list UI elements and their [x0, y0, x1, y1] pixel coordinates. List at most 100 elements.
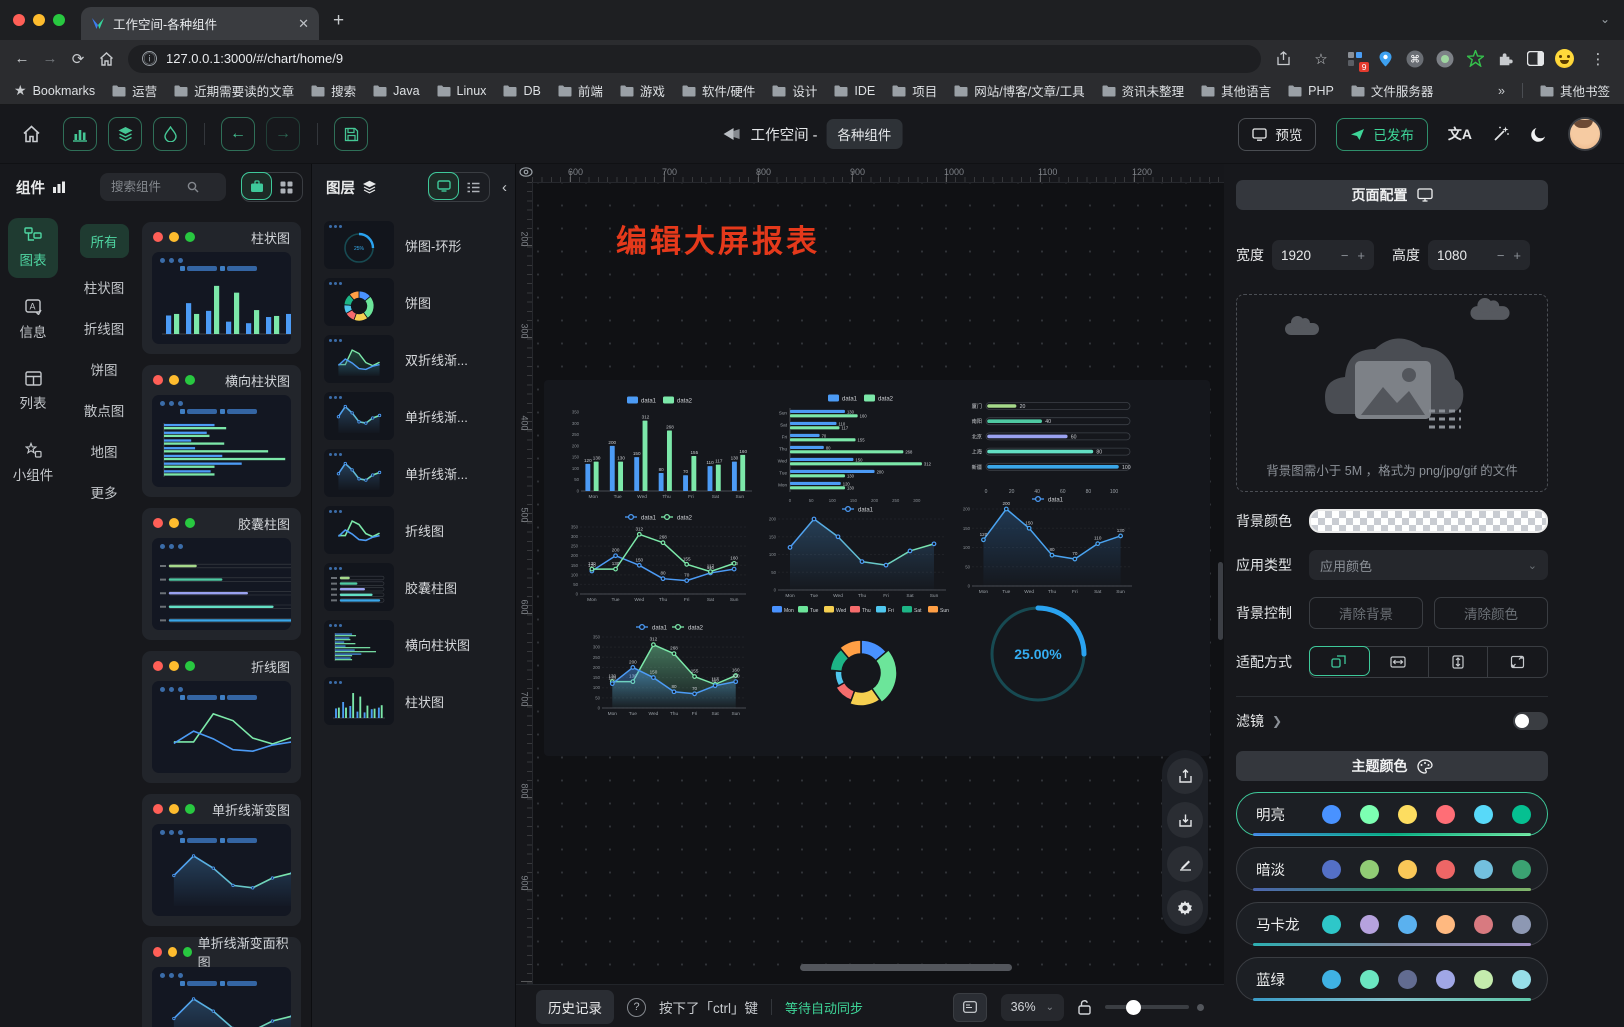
- category-柱状图[interactable]: 柱状图: [78, 275, 131, 299]
- category-地图[interactable]: 地图: [85, 439, 124, 463]
- browser-tab[interactable]: 工作空间-各种组件 ✕: [81, 7, 319, 40]
- extension-grid-icon[interactable]: 9: [1345, 49, 1365, 69]
- horizontal-scrollbar[interactable]: [800, 964, 1012, 971]
- widget-single-line-area-chart[interactable]: data1050100150200MonTueWedThuFriSatSun12…: [956, 492, 1140, 598]
- category-所有[interactable]: 所有: [80, 224, 129, 258]
- bookmark-软件/硬件[interactable]: 软件/硬件: [682, 81, 755, 100]
- extension-command-icon[interactable]: ⌘: [1405, 49, 1425, 69]
- bookmark-网站/博客/文章/工具[interactable]: 网站/博客/文章/工具: [954, 81, 1084, 100]
- widget-rose-pie-chart[interactable]: MonTueWedThuFriSatSun: [766, 602, 956, 728]
- nav-rail-item-列表[interactable]: 列表: [8, 362, 58, 421]
- other-bookmarks[interactable]: 其他书签: [1540, 81, 1610, 100]
- apply-type-select[interactable]: 应用颜色 ⌄: [1309, 550, 1548, 580]
- editor-canvas[interactable]: 6007008009001000110012001300 20030040050…: [516, 164, 1224, 1027]
- theme-drop-button[interactable]: [153, 117, 187, 151]
- minimize-window-icon[interactable]: [33, 14, 45, 26]
- publish-button[interactable]: 已发布: [1336, 118, 1428, 151]
- category-折线图[interactable]: 折线图: [78, 316, 131, 340]
- layer-item-饼图-环形[interactable]: 25% 饼图-环形: [324, 221, 507, 269]
- unlock-icon[interactable]: [1078, 999, 1091, 1015]
- share-icon[interactable]: [1269, 45, 1297, 73]
- nav-rail-item-图表[interactable]: 图表: [8, 218, 58, 278]
- theme-row-明亮[interactable]: 明亮: [1236, 792, 1548, 836]
- fit-scale-option[interactable]: [1309, 646, 1370, 676]
- view-grid-toggle[interactable]: [271, 173, 302, 201]
- address-bar[interactable]: ⓘ 127.0.0.1:3000/#/chart/home/9: [128, 45, 1261, 73]
- theme-row-马卡龙[interactable]: 马卡龙: [1236, 902, 1548, 946]
- bookmark-star-icon[interactable]: ☆: [1307, 45, 1335, 73]
- clear-color-button[interactable]: 清除颜色: [1434, 597, 1548, 629]
- component-card-单折线渐变图[interactable]: 单折线渐变图: [142, 794, 301, 926]
- nav-rail-item-信息[interactable]: A信息: [8, 290, 58, 350]
- widget-dual-line-gradient-chart[interactable]: data1data2050100150200250300350MonTueWed…: [586, 620, 754, 720]
- layer-item-横向柱状图[interactable]: 横向柱状图: [324, 620, 507, 668]
- layer-item-折线图[interactable]: 折线图: [324, 506, 507, 554]
- bookmark-DB[interactable]: DB: [503, 84, 540, 98]
- bookmark-资讯未整理[interactable]: 资讯未整理: [1102, 81, 1185, 100]
- collapse-panel-chevron-icon[interactable]: ‹: [502, 179, 507, 196]
- bookmark-项目[interactable]: 项目: [892, 81, 937, 100]
- layer-item-柱状图[interactable]: 柱状图: [324, 677, 507, 725]
- bookmark-其他语言[interactable]: 其他语言: [1201, 81, 1271, 100]
- magic-wand-icon[interactable]: [1492, 125, 1510, 143]
- console-panel-icon[interactable]: [953, 993, 987, 1022]
- extensions-puzzle-icon[interactable]: [1495, 49, 1515, 69]
- component-card-柱状图[interactable]: 柱状图: [142, 222, 301, 354]
- width-minus-button[interactable]: −: [1341, 248, 1349, 263]
- undo-button[interactable]: ←: [221, 117, 255, 151]
- sidebar-toggle-icon[interactable]: [1525, 49, 1545, 69]
- dashboard-artboard[interactable]: data1data2050100150200250300350120130Mon…: [544, 380, 1210, 756]
- nav-rail-item-小组件[interactable]: 小组件: [8, 433, 58, 493]
- language-icon[interactable]: 文A: [1448, 124, 1472, 144]
- forward-icon[interactable]: →: [36, 45, 64, 73]
- theme-row-暗淡[interactable]: 暗淡: [1236, 847, 1548, 891]
- bookmark-运营[interactable]: 运营: [112, 81, 157, 100]
- vertical-scrollbar[interactable]: [1218, 562, 1223, 640]
- height-minus-button[interactable]: −: [1497, 248, 1505, 263]
- component-card-胶囊柱图[interactable]: 胶囊柱图: [142, 508, 301, 640]
- fit-stretch-option[interactable]: [1488, 647, 1547, 677]
- layers-list-toggle[interactable]: [458, 173, 489, 201]
- width-input[interactable]: 1920 −+: [1272, 240, 1374, 270]
- profile-avatar-icon[interactable]: [1555, 49, 1574, 68]
- layer-item-单折线渐...[interactable]: 单折线渐...: [324, 449, 507, 497]
- widget-capsule-chart[interactable]: 厦门20南阳40北京60上海80新疆100020406080100: [960, 396, 1138, 496]
- zoom-slider[interactable]: [1105, 1005, 1189, 1009]
- layer-item-胶囊柱图[interactable]: 胶囊柱图: [324, 563, 507, 611]
- layer-item-双折线渐...[interactable]: 双折线渐...: [324, 335, 507, 383]
- category-饼图[interactable]: 饼图: [85, 357, 124, 381]
- widget-single-line-gradient-chart[interactable]: data1050100150200MonTueWedThuFriSatSun: [762, 502, 954, 602]
- bookmarks-root[interactable]: ★ Bookmarks: [14, 82, 95, 99]
- category-更多[interactable]: 更多: [85, 480, 124, 504]
- import-icon[interactable]: [1167, 802, 1203, 838]
- bookmark-设计[interactable]: 设计: [772, 81, 817, 100]
- filter-expand-chevron-icon[interactable]: ❯: [1272, 714, 1282, 728]
- zoom-select[interactable]: 36% ⌄: [1001, 994, 1064, 1021]
- component-card-单折线渐变面积图[interactable]: 单折线渐变面积图: [142, 937, 301, 1027]
- dark-mode-moon-icon[interactable]: [1530, 125, 1548, 143]
- bookmark-IDE[interactable]: IDE: [834, 84, 875, 98]
- window-controls[interactable]: [13, 14, 65, 26]
- search-input[interactable]: [109, 179, 183, 195]
- background-color-swatch[interactable]: [1309, 509, 1548, 533]
- site-info-icon[interactable]: ⓘ: [142, 51, 157, 66]
- bookmark-游戏[interactable]: 游戏: [620, 81, 665, 100]
- component-card-横向柱状图[interactable]: 横向柱状图: [142, 365, 301, 497]
- bookmark-近期需要读的文章[interactable]: 近期需要读的文章: [174, 81, 294, 100]
- help-icon[interactable]: ?: [627, 998, 646, 1017]
- bookmarks-overflow-chevron[interactable]: »: [1498, 84, 1505, 98]
- zoom-slider-knob[interactable]: [1126, 1000, 1141, 1015]
- bookmark-文件服务器[interactable]: 文件服务器: [1351, 81, 1434, 100]
- component-card-折线图[interactable]: 折线图: [142, 651, 301, 783]
- redo-button[interactable]: →: [266, 117, 300, 151]
- layer-item-饼图[interactable]: 饼图: [324, 278, 507, 326]
- preview-button[interactable]: 预览: [1238, 118, 1316, 151]
- dashboard-title-text[interactable]: 编辑大屏报表: [616, 216, 820, 261]
- extension-circle-icon[interactable]: [1435, 49, 1455, 69]
- bookmark-PHP[interactable]: PHP: [1288, 84, 1334, 98]
- widget-dual-line-chart[interactable]: data1data2050100150200250300350MonTueWed…: [564, 510, 754, 606]
- history-button[interactable]: 历史记录: [536, 990, 614, 1024]
- clear-background-button[interactable]: 清除背景: [1309, 597, 1423, 629]
- bookmark-Java[interactable]: Java: [373, 84, 419, 98]
- background-upload-dropzone[interactable]: 背景图需小于 5M ，格式为 png/jpg/gif 的文件: [1236, 294, 1548, 492]
